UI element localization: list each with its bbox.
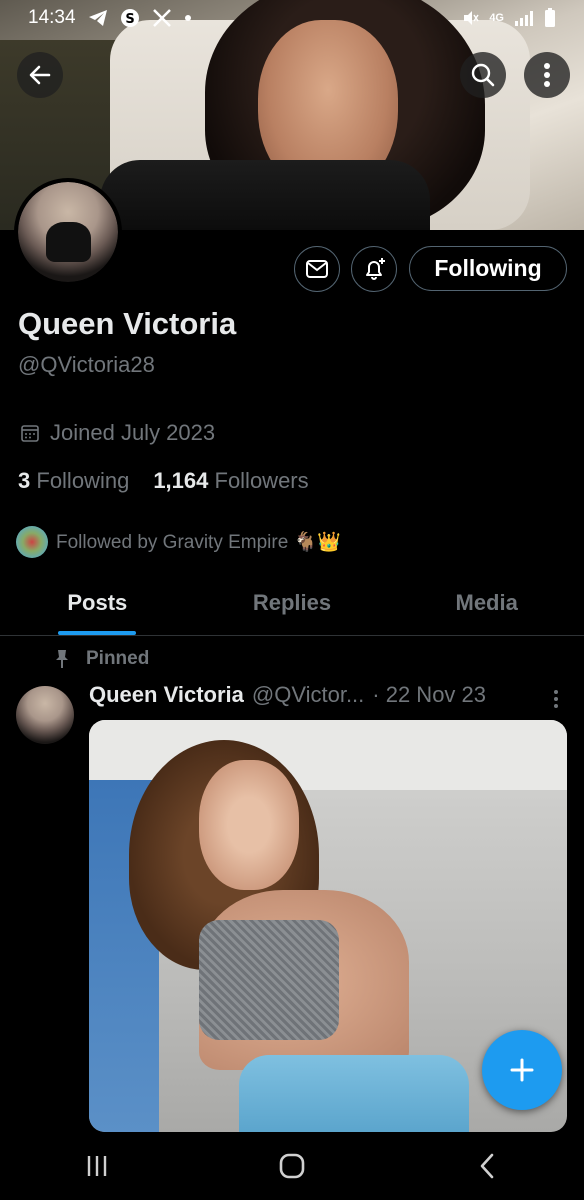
status-bar: 14:34 S 4G [0,0,584,36]
post-more-button[interactable] [546,686,566,712]
back-nav-button[interactable] [457,1146,517,1186]
svg-text:S: S [125,12,134,27]
followed-by[interactable]: Followed by Gravity Empire 🐐👑 [16,526,341,558]
post-header: Queen Victoria @QVictor... · 22 Nov 23 [89,682,486,708]
tab-posts-label: Posts [67,590,128,615]
image-pants [239,1055,469,1132]
more-vertical-icon [554,690,558,708]
bell-plus-icon [366,258,385,280]
joined-date: Joined July 2023 [20,420,215,446]
recents-icon [88,1156,107,1176]
4g-icon: 4G [489,12,504,24]
profile-handle: @QVictoria28 [18,352,155,377]
signal-icon [514,10,534,26]
status-right: 4G [461,8,556,28]
x-icon [152,8,172,28]
active-tab-indicator [58,631,137,635]
tab-posts[interactable]: Posts [0,580,195,635]
arrow-left-icon [29,65,51,85]
following-label: Following [36,468,130,493]
following-button[interactable]: Following [409,246,567,291]
tab-replies-label: Replies [252,590,332,615]
calendar-icon [21,425,39,442]
joined-text: Joined July 2023 [50,420,216,445]
search-icon [471,63,495,87]
post-date[interactable]: · 22 Nov 23 [372,682,486,708]
tab-media-label: Media [455,590,518,615]
tab-replies[interactable]: Replies [195,580,390,635]
pin-icon [56,650,68,668]
battery-icon [544,8,556,28]
status-time: 14:34 [28,7,76,28]
image-top [199,920,339,1040]
follow-stats: 3 Following 1,164 Followers [18,468,309,494]
home-button[interactable] [262,1146,322,1186]
back-button[interactable] [17,52,63,98]
pinned-indicator: Pinned [54,648,149,670]
more-options-button[interactable] [524,52,570,98]
status-left: 14:34 S [28,7,192,29]
post-author-handle[interactable]: @QVictor... [252,682,364,708]
compose-post-button[interactable] [482,1030,562,1110]
avatar-image [18,182,118,282]
more-vertical-icon [544,63,550,87]
profile-tabs: Posts Replies Media [0,580,584,636]
notifications-button[interactable] [351,246,397,292]
image-face [199,760,299,890]
dot-icon [184,14,192,22]
system-navigation-bar [0,1132,584,1200]
follower-avatar [16,526,48,558]
followers-count: 1,164 [153,468,209,493]
banner-body [100,160,430,230]
chevron-left-icon [480,1153,493,1179]
following-stat[interactable]: 3 Following [18,468,129,494]
post-author-avatar[interactable] [16,686,74,744]
search-button[interactable] [460,52,506,98]
telegram-icon [88,9,108,27]
followers-stat[interactable]: 1,164 Followers [153,468,308,494]
tab-media[interactable]: Media [389,580,584,635]
following-count: 3 [18,468,31,493]
mute-icon [461,9,479,27]
profile-name: Queen Victoria [18,306,237,341]
home-icon [279,1153,305,1179]
message-button[interactable] [294,246,340,292]
profile-avatar[interactable] [14,178,122,286]
plus-icon [510,1058,534,1082]
recents-button[interactable] [67,1146,127,1186]
pinned-label: Pinned [86,648,150,669]
followers-label: Followers [214,468,309,493]
shazam-icon: S [120,8,140,28]
mail-icon [306,260,328,278]
post-author-name[interactable]: Queen Victoria [89,682,244,708]
followed-by-text: Followed by Gravity Empire 🐐👑 [56,532,341,553]
